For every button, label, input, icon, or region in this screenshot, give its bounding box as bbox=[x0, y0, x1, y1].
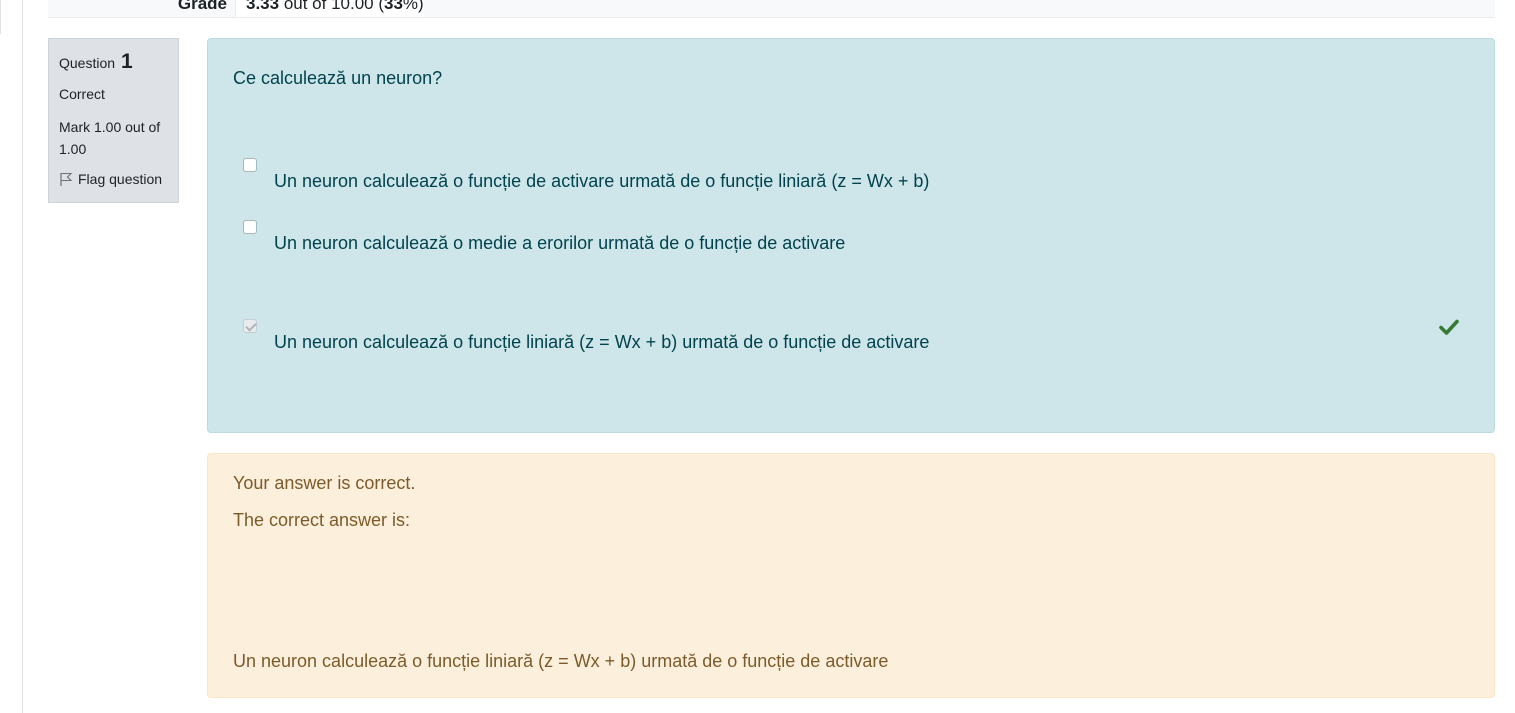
check-icon bbox=[1439, 319, 1459, 335]
answer-label: Un neuron calculează o funcție de activa… bbox=[274, 171, 930, 191]
flag-icon bbox=[60, 172, 73, 186]
answer-label: Un neuron calculează o funcție liniară (… bbox=[274, 332, 930, 352]
feedback-result: Your answer is correct. bbox=[233, 473, 416, 493]
grade-percent-suffix: %) bbox=[402, 0, 424, 13]
grade-summary-row: Grade 3.33 out of 10.00 (33%) bbox=[48, 0, 1495, 18]
question-feedback: Your answer is correct. The correct answ… bbox=[207, 453, 1495, 698]
flag-question-button[interactable]: Flag question bbox=[59, 170, 168, 188]
answer-checkbox-checked[interactable] bbox=[243, 319, 257, 333]
quiz-review-page: Grade 3.33 out of 10.00 (33%) Question 1… bbox=[0, 0, 1515, 713]
question-state: Correct bbox=[59, 86, 105, 102]
grade-percent: 33 bbox=[384, 0, 403, 13]
answer-option: Un neuron calculează o funcție liniară (… bbox=[243, 319, 930, 353]
feedback-correct-intro: The correct answer is: bbox=[233, 510, 411, 530]
flag-question-label: Flag question bbox=[78, 171, 163, 187]
content-left-border bbox=[22, 0, 23, 713]
question-formulation: Ce calculează un neuron? Un neuron calcu… bbox=[207, 38, 1495, 433]
question-number-value: 1 bbox=[120, 50, 133, 73]
grade-label: Grade bbox=[177, 0, 227, 13]
question-number: Question 1 bbox=[59, 49, 168, 76]
answer-option: Un neuron calculează o funcție de activa… bbox=[243, 158, 930, 192]
question-text: Ce calculează un neuron? bbox=[233, 68, 443, 88]
grade-out-of: out of 10.00 ( bbox=[279, 0, 384, 13]
question-word: Question bbox=[59, 55, 116, 71]
answer-label: Un neuron calculează o medie a erorilor … bbox=[274, 233, 846, 253]
feedback-correct-answer: Un neuron calculează o funcție liniară (… bbox=[233, 651, 889, 671]
grade-value: 3.33 out of 10.00 (33%) bbox=[235, 0, 424, 17]
answer-checkbox[interactable] bbox=[243, 158, 257, 172]
answer-option: Un neuron calculează o medie a erorilor … bbox=[243, 220, 846, 254]
answer-checkbox[interactable] bbox=[243, 220, 257, 234]
question-info-panel: Question 1 Correct Mark 1.00 out of 1.00… bbox=[48, 38, 179, 203]
grade-score: 3.33 bbox=[246, 0, 280, 13]
left-edge-divider bbox=[0, 0, 1, 34]
question-mark: Mark 1.00 out of 1.00 bbox=[59, 119, 161, 157]
